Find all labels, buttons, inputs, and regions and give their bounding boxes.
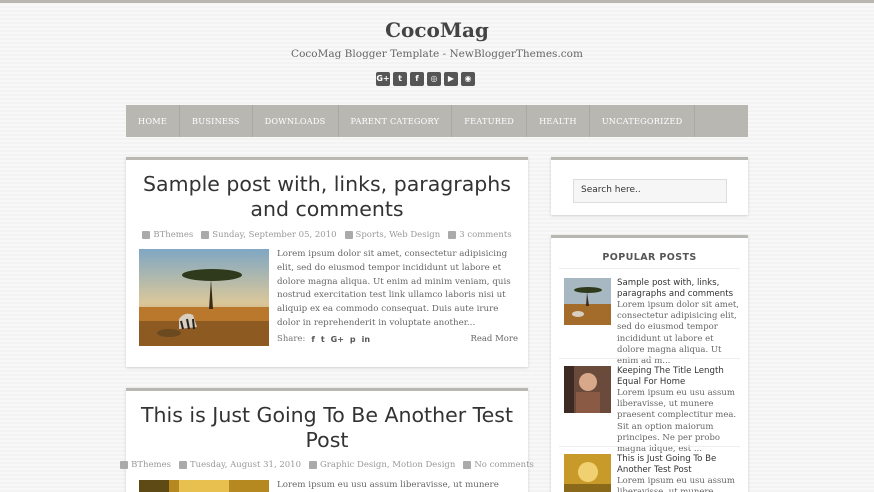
folder-icon <box>344 231 353 239</box>
comments-icon <box>463 461 472 469</box>
top-accent-bar <box>0 0 874 3</box>
post-title[interactable]: Sample post with, links, paragraphs and … <box>126 172 528 222</box>
share-label: Share: <box>277 334 306 344</box>
popular-post-title[interactable]: This is Just Going To Be Another Test Po… <box>617 454 740 476</box>
site-title[interactable]: CocoMag <box>0 18 874 42</box>
post-meta: BThemes Sunday, September 05, 2010 Sport… <box>126 230 528 240</box>
divider <box>559 358 740 359</box>
post-card: This is Just Going To Be Another Test Po… <box>120 388 534 492</box>
post-comments[interactable]: 3 comments <box>448 230 512 240</box>
comments-icon <box>448 231 457 239</box>
popular-posts-widget: POPULAR POSTS Sample post with, links, p… <box>551 235 748 492</box>
post-date: Tuesday, August 31, 2010 <box>179 460 301 470</box>
site-description: CocoMag Blogger Template - NewBloggerThe… <box>291 48 583 60</box>
calendar-icon <box>201 231 210 239</box>
post-excerpt: Lorem ipsum eu usu assum liberavisse, ut… <box>277 480 499 490</box>
google-plus-icon[interactable]: G+ <box>376 72 390 86</box>
google-plus-share-icon[interactable]: G+ <box>331 335 344 344</box>
nav-parent-category[interactable]: PARENT CATEGORY <box>339 105 453 137</box>
divider <box>559 446 740 447</box>
facebook-icon[interactable]: f <box>410 72 424 86</box>
post-excerpt: Lorem ipsum dolor sit amet, consectetur … <box>277 249 511 328</box>
social-icons: G+ t f ◎ ▶ ◉ <box>376 72 475 86</box>
folder-icon <box>308 461 317 469</box>
post-thumbnail[interactable] <box>139 480 269 492</box>
pinterest-share-icon[interactable]: p <box>350 335 356 344</box>
nav-business[interactable]: BUSINESS <box>180 105 253 137</box>
post-labels[interactable]: Sports, Web Design <box>344 230 440 240</box>
twitter-icon[interactable]: t <box>393 72 407 86</box>
search-input[interactable]: Search here.. <box>573 179 727 203</box>
search-widget: Search here.. <box>551 157 748 215</box>
popular-post-title[interactable]: Sample post with, links, paragraphs and … <box>617 278 740 300</box>
post-meta: BThemes Tuesday, August 31, 2010 Graphic… <box>120 460 534 470</box>
nav-home[interactable]: HOME <box>126 105 181 137</box>
facebook-share-icon[interactable]: f <box>311 335 314 344</box>
instagram-icon[interactable]: ◎ <box>427 72 441 86</box>
twitter-share-icon[interactable]: t <box>321 335 325 344</box>
post-labels[interactable]: Graphic Design, Motion Design <box>308 460 455 470</box>
user-icon <box>142 231 151 239</box>
youtube-icon[interactable]: ▶ <box>444 72 458 86</box>
post-author[interactable]: BThemes <box>120 460 171 470</box>
post-comments[interactable]: No comments <box>463 460 534 470</box>
nav-uncategorized[interactable]: UNCATEGORIZED <box>590 105 696 137</box>
nav-featured[interactable]: FEATURED <box>452 105 528 137</box>
rss-icon[interactable]: ◉ <box>461 72 475 86</box>
user-icon <box>120 461 129 469</box>
post-author[interactable]: BThemes <box>142 230 193 240</box>
divider <box>559 268 740 269</box>
post-card: Sample post with, links, paragraphs and … <box>126 157 528 367</box>
nav-health[interactable]: HEALTH <box>527 105 590 137</box>
linkedin-share-icon[interactable]: in <box>362 335 370 344</box>
widget-title: POPULAR POSTS <box>602 252 697 263</box>
post-date: Sunday, September 05, 2010 <box>201 230 337 240</box>
nav-downloads[interactable]: DOWNLOADS <box>253 105 339 137</box>
share-bar: Share: f t G+ p in <box>277 334 370 344</box>
calendar-icon <box>179 461 187 469</box>
popular-post-title[interactable]: Keeping The Title Length Equal For Home <box>617 366 740 388</box>
post-thumbnail-savanna[interactable] <box>139 249 269 346</box>
post-title[interactable]: This is Just Going To Be Another Test Po… <box>126 403 528 453</box>
read-more-link[interactable]: Read More <box>470 334 518 344</box>
main-nav: HOME BUSINESS DOWNLOADS PARENT CATEGORY … <box>126 105 748 137</box>
popular-post-excerpt: Lorem ipsum eu usu assum liberavisse, ut… <box>617 476 735 492</box>
